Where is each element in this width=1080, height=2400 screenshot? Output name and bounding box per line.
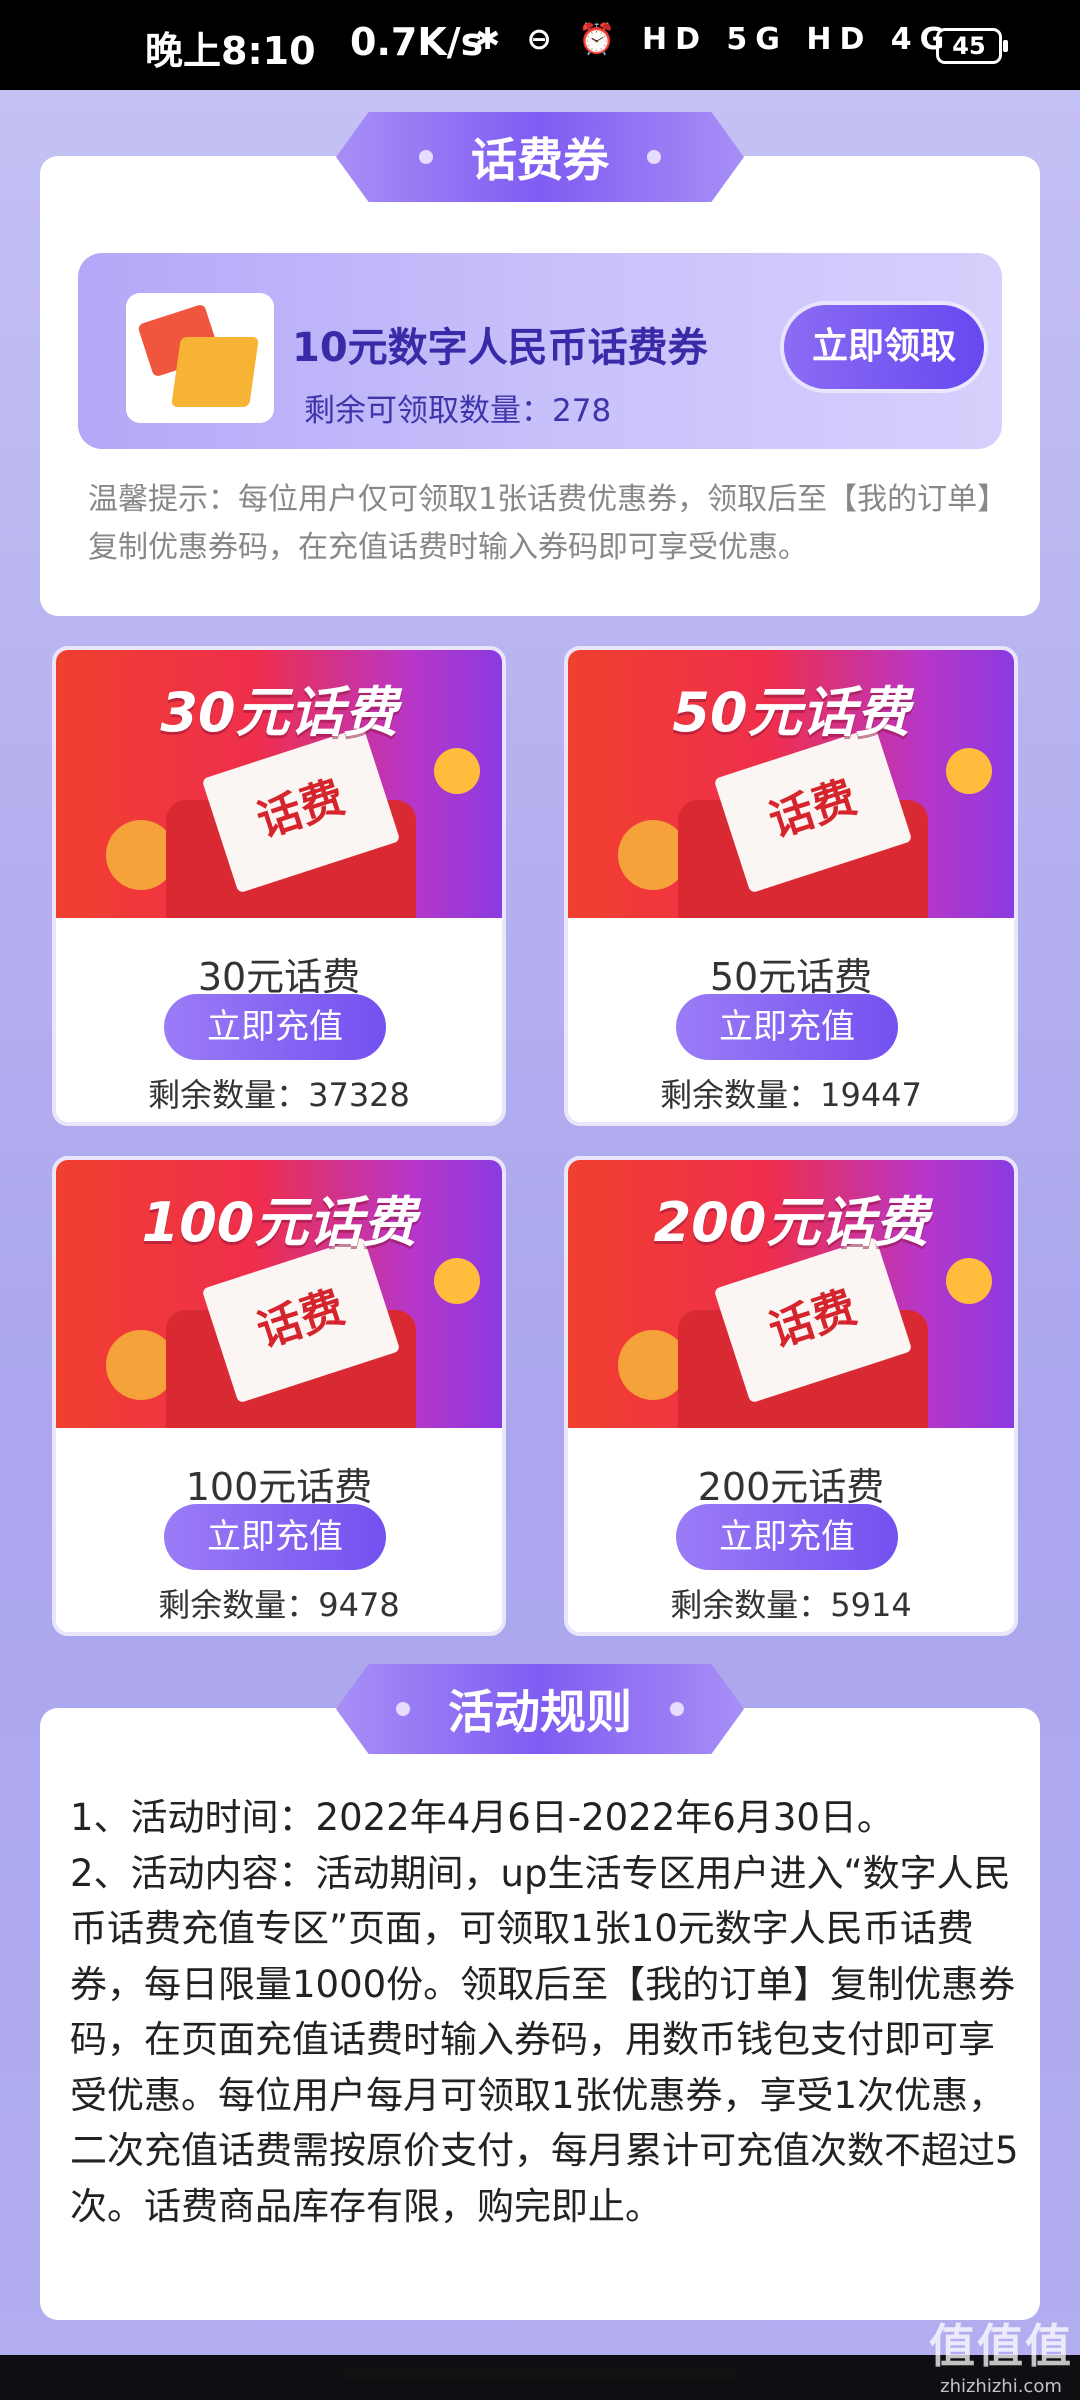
status-bar: 晚上8:10 0.7K/s ✱ ⊖ ⏰ HD 5G HD 4G 45	[0, 0, 1080, 90]
claim-coupon-button[interactable]: 立即领取	[784, 305, 984, 389]
ribbon-dot-icon	[670, 1702, 684, 1716]
product-card-100: 话费 100元话费 100元话费 立即充值 剩余数量：9478	[52, 1156, 506, 1636]
product-banner: 话费 50元话费	[568, 650, 1014, 918]
watermark: 值值值 zhizhizhi.com	[926, 2310, 1076, 2397]
coupon-remaining: 剩余可领取数量：278	[304, 393, 612, 429]
medal-icon	[946, 748, 992, 794]
product-name: 200元话费	[697, 1465, 885, 1509]
recharge-button[interactable]: 立即充值	[676, 1504, 898, 1570]
rule-item: 1、活动时间：2022年4月6日-2022年6月30日。	[70, 1796, 894, 1839]
medal-icon	[434, 1258, 480, 1304]
banner-title: 30元话费	[160, 681, 398, 744]
product-banner: 话费 30元话费	[56, 650, 502, 918]
rules-section-title: 活动规则	[336, 1664, 744, 1754]
product-card-30: 话费 30元话费 30元话费 立即充值 剩余数量：37328	[52, 646, 506, 1126]
status-time: 晚上8:10	[145, 29, 316, 73]
watermark-url: zhizhizhi.com	[940, 2376, 1062, 2397]
recharge-button[interactable]: 立即充值	[164, 1504, 386, 1570]
coupon-offer: 10元数字人民币话费券 剩余可领取数量：278 立即领取	[78, 253, 1002, 449]
coupon-envelope-icon	[126, 293, 274, 423]
product-name: 100元话费	[185, 1465, 373, 1509]
section-title-text: 话费券	[471, 133, 609, 187]
product-card-50: 话费 50元话费 50元话费 立即充值 剩余数量：19447	[564, 646, 1018, 1126]
medal-icon	[946, 1258, 992, 1304]
stock-count: 剩余数量：9478	[158, 1586, 400, 1624]
product-banner: 话费 100元话费	[56, 1160, 502, 1428]
banner-title: 200元话费	[653, 1191, 929, 1254]
network-speed: 0.7K/s	[350, 20, 484, 64]
product-name: 30元话费	[197, 955, 361, 999]
ribbon-dot-icon	[647, 150, 661, 164]
banner-title: 50元话费	[672, 681, 910, 744]
rules-text[interactable]: 1、活动时间：2022年4月6日-2022年6月30日。 2、活动内容：活动期间…	[70, 1790, 1020, 2270]
recharge-button[interactable]: 立即充值	[164, 994, 386, 1060]
home-indicator[interactable]	[340, 2370, 740, 2380]
coupon-section-title: 话费券	[336, 112, 744, 202]
banner-title: 100元话费	[141, 1191, 417, 1254]
coupon-title: 10元数字人民币话费券	[292, 325, 708, 371]
recharge-button[interactable]: 立即充值	[676, 994, 898, 1060]
stock-count: 剩余数量：5914	[670, 1586, 912, 1624]
coupon-tip: 温馨提示：每位用户仅可领取1张话费优惠券，领取后至【我的订单】复制优惠券码，在充…	[88, 482, 1008, 565]
ribbon-dot-icon	[396, 1702, 410, 1716]
medal-icon	[434, 748, 480, 794]
product-name: 50元话费	[709, 955, 873, 999]
section-title-text: 活动规则	[448, 1685, 632, 1739]
rule-item: 2、活动内容：活动期间，up生活专区用户进入“数字人民币话费充值专区”页面，可领…	[70, 1851, 1019, 2228]
ribbon-dot-icon	[419, 150, 433, 164]
product-banner: 话费 200元话费	[568, 1160, 1014, 1428]
stock-count: 剩余数量：37328	[148, 1076, 410, 1114]
product-card-200: 话费 200元话费 200元话费 立即充值 剩余数量：5914	[564, 1156, 1018, 1636]
battery-icon: 45	[936, 28, 1008, 64]
stock-count: 剩余数量：19447	[660, 1076, 922, 1114]
watermark-logo: 值值值	[929, 2319, 1073, 2373]
status-icons: ✱ ⊖ ⏰ HD 5G HD 4G	[475, 22, 953, 57]
